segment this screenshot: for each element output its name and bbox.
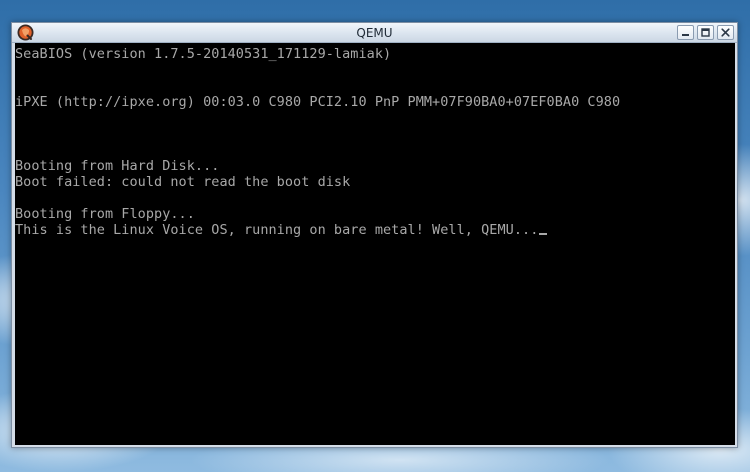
maximize-button[interactable] (697, 25, 714, 40)
close-icon (721, 28, 730, 37)
window-controls (677, 25, 734, 40)
console-line: Boot failed: could not read the boot dis… (15, 174, 351, 190)
console-line: Booting from Floppy... (15, 206, 195, 222)
vm-display[interactable]: SeaBIOS (version 1.7.5-20140531_171129-l… (15, 43, 735, 445)
minimize-icon (682, 34, 689, 36)
console-line-current: This is the Linux Voice OS, running on b… (15, 222, 620, 238)
text-cursor (539, 233, 548, 235)
console-line: Booting from Hard Disk... (15, 158, 220, 174)
close-button[interactable] (717, 25, 734, 40)
console-line: iPXE (http://ipxe.org) 00:03.0 C980 PCI2… (15, 94, 621, 110)
minimize-button[interactable] (677, 25, 694, 40)
title-bar[interactable]: QEMU (12, 23, 737, 43)
qemu-window: QEMU SeaBIOS (version 1.7.5-20140531_171… (11, 22, 738, 448)
bios-console-output: SeaBIOS (version 1.7.5-20140531_171129-l… (15, 46, 620, 238)
console-line: SeaBIOS (version 1.7.5-20140531_171129-l… (15, 46, 392, 62)
maximize-icon (701, 28, 710, 37)
window-title: QEMU (356, 26, 393, 40)
console-line-text: This is the Linux Voice OS, running on b… (15, 222, 539, 238)
